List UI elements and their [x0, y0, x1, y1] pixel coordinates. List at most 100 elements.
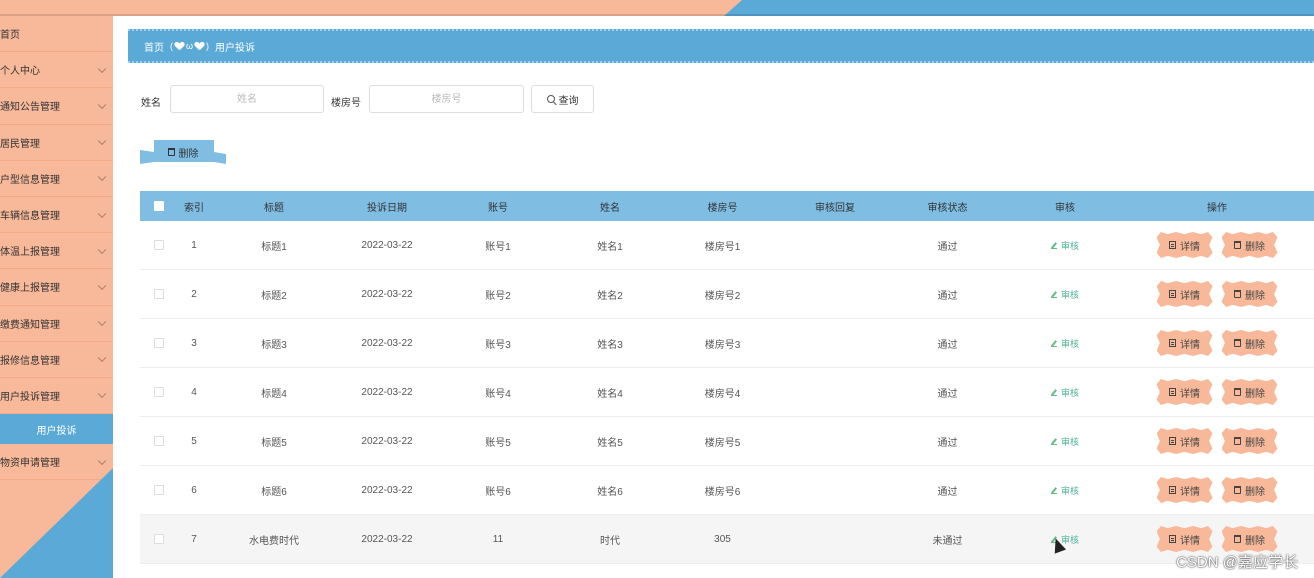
header-title: 标题 [264, 202, 284, 214]
audit-link[interactable]: 审核 [1050, 435, 1079, 448]
breadcrumb: 首页 (ω) 用户投诉 [128, 29, 1314, 63]
row-select-cell [140, 289, 178, 299]
edit-icon [1050, 340, 1058, 347]
delete-button[interactable]: 删除 [1221, 232, 1278, 258]
delete-button[interactable]: 删除 [1221, 477, 1278, 503]
row-checkbox[interactable] [154, 289, 164, 299]
row-checkbox[interactable] [154, 240, 164, 250]
row-checkbox[interactable] [154, 485, 164, 495]
cell-audit: 审核 [1010, 435, 1120, 448]
audit-link[interactable]: 审核 [1050, 337, 1079, 350]
table-row: 3 标题3 2022-03-22 账号3 姓名3 楼房号3 通过 审核 详情 删… [140, 319, 1314, 368]
query-button-label: 查询 [558, 95, 579, 107]
cell-title: 标题6 [261, 486, 287, 498]
sidebar-item[interactable]: 物资申请管理 [0, 444, 113, 481]
sidebar-item[interactable]: 通知公告管理 [0, 88, 113, 125]
breadcrumb-home[interactable]: 首页 [144, 39, 164, 54]
document-icon [1169, 486, 1176, 494]
header-room: 楼房号 [707, 202, 738, 214]
detail-button[interactable]: 详情 [1156, 428, 1213, 454]
audit-link-label: 审核 [1060, 240, 1079, 251]
cell-status: 通过 [937, 388, 958, 400]
detail-button[interactable]: 详情 [1156, 526, 1213, 552]
edit-icon [1050, 389, 1058, 396]
detail-button[interactable]: 详情 [1156, 477, 1213, 503]
cell-audit: 审核 [1010, 337, 1120, 350]
select-all-checkbox[interactable] [154, 201, 164, 211]
bulk-delete-button[interactable]: 删除 [140, 140, 226, 164]
cell-index: 6 [191, 484, 197, 496]
trash-icon [1234, 241, 1241, 249]
audit-link[interactable]: 审核 [1050, 288, 1079, 301]
chevron-down-icon [97, 281, 107, 290]
audit-link[interactable]: 审核 [1050, 386, 1079, 399]
cell-title: 标题4 [261, 388, 287, 400]
room-search-input[interactable] [369, 85, 524, 113]
cell-status: 通过 [937, 437, 958, 449]
top-banner [0, 0, 1314, 16]
cell-title: 水电费时代 [249, 535, 299, 547]
delete-button[interactable]: 删除 [1221, 379, 1278, 405]
sidebar: 首页 个人中心 通知公告管理居民管理户型信息管理车辆信息管理体温上报管理 健康上报管理… [0, 16, 113, 578]
row-select-cell [140, 485, 178, 495]
detail-button[interactable]: 详情 [1156, 379, 1213, 405]
cell-status: 通过 [937, 486, 958, 498]
trash-icon [1234, 486, 1241, 494]
cell-actions: 详情 删除 [1120, 526, 1314, 552]
sidebar-subitem-complaints[interactable]: 用户投诉 [0, 414, 113, 445]
audit-link[interactable]: 审核 [1050, 239, 1079, 252]
cell-status: 通过 [937, 339, 958, 351]
detail-button[interactable]: 详情 [1156, 281, 1213, 307]
sidebar-item[interactable]: 用户投诉管理 [0, 378, 113, 415]
cell-account: 账号5 [485, 437, 511, 449]
cell-date: 2022-03-22 [361, 484, 413, 496]
audit-link[interactable]: 审核 [1050, 484, 1079, 497]
cell-status: 通过 [937, 241, 958, 253]
delete-button[interactable]: 删除 [1221, 330, 1278, 356]
sidebar-item[interactable]: 个人中心 [0, 52, 113, 89]
header-actions: 操作 [1207, 202, 1227, 214]
cell-room: 楼房号3 [704, 339, 741, 351]
sidebar-item[interactable]: 体温上报管理 [0, 233, 113, 270]
row-checkbox[interactable] [154, 338, 164, 348]
header-audit: 审核 [1055, 202, 1075, 214]
row-checkbox[interactable] [154, 436, 164, 446]
table-body: 1 标题1 2022-03-22 账号1 姓名1 楼房号1 通过 审核 详情 删… [140, 221, 1314, 564]
cell-room: 楼房号2 [704, 290, 741, 302]
cell-name: 姓名1 [597, 241, 623, 253]
sidebar-item[interactable]: 报修信息管理 [0, 342, 113, 378]
sidebar-item-label: 缴费通知管理 [0, 319, 60, 331]
cell-account: 11 [492, 533, 504, 545]
cell-index: 3 [191, 337, 197, 349]
audit-link-label: 审核 [1060, 387, 1079, 398]
detail-button-label: 详情 [1180, 241, 1200, 253]
detail-button-label: 详情 [1180, 535, 1200, 547]
sidebar-item[interactable]: 户型信息管理 [0, 161, 113, 197]
delete-button[interactable]: 删除 [1221, 428, 1278, 454]
delete-button[interactable]: 删除 [1221, 526, 1278, 552]
delete-button-label: 删除 [1245, 486, 1265, 498]
query-button[interactable]: 查询 [531, 85, 594, 113]
sidebar-item[interactable]: 缴费通知管理 [0, 306, 113, 342]
cell-index: 5 [191, 435, 197, 447]
row-checkbox[interactable] [154, 534, 164, 544]
sidebar-item-label: 物资申请管理 [0, 458, 60, 470]
detail-button[interactable]: 详情 [1156, 330, 1213, 356]
delete-button[interactable]: 删除 [1221, 281, 1278, 307]
sidebar-item[interactable]: 健康上报管理 [0, 269, 113, 306]
audit-link-label: 审核 [1060, 338, 1079, 349]
sidebar-item-label: 车辆信息管理 [0, 211, 60, 223]
sidebar-item[interactable]: 居民管理 [0, 125, 113, 161]
name-search-input[interactable] [170, 85, 324, 113]
chevron-down-icon [97, 64, 107, 73]
cell-room: 楼房号1 [704, 241, 741, 253]
trash-icon [1234, 290, 1241, 298]
row-checkbox[interactable] [154, 387, 164, 397]
sidebar-item[interactable]: 首页 [0, 16, 113, 53]
sidebar-item[interactable]: 车辆信息管理 [0, 197, 113, 234]
sidebar-item-label: 用户投诉管理 [0, 391, 60, 403]
row-select-cell [140, 240, 178, 250]
detail-button[interactable]: 详情 [1156, 232, 1213, 258]
cell-status: 未通过 [932, 535, 963, 547]
sidebar-item-label: 居民管理 [0, 138, 40, 150]
